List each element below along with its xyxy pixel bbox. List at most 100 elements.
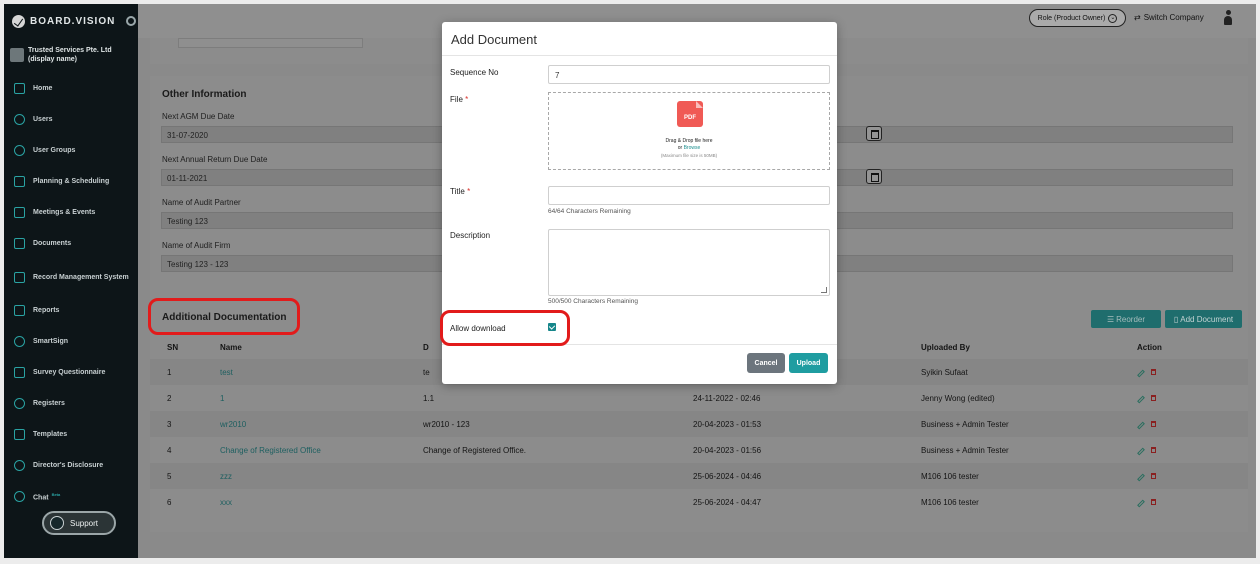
trash-icon[interactable] bbox=[1151, 420, 1156, 427]
user-avatar-icon[interactable] bbox=[1223, 10, 1233, 26]
signature-icon bbox=[14, 336, 25, 347]
sidebar-item-disclosure[interactable]: Director's Disclosure bbox=[4, 450, 138, 481]
edit-icon[interactable] bbox=[1137, 369, 1145, 377]
description-char-count: 500/500 Characters Remaining bbox=[548, 298, 638, 305]
sidebar-nav: Home Users User Groups Planning & Schedu… bbox=[4, 73, 138, 512]
add-document-button[interactable]: ▯ Add Document bbox=[1165, 310, 1242, 328]
highlight-additional-documentation bbox=[148, 298, 300, 335]
logo[interactable]: BOARD.VISION bbox=[4, 4, 138, 38]
report-icon bbox=[14, 305, 25, 316]
template-icon bbox=[14, 429, 25, 440]
edit-icon[interactable] bbox=[1137, 473, 1145, 481]
sidebar-item-records[interactable]: Record Management System bbox=[4, 259, 138, 295]
users-icon bbox=[14, 145, 25, 156]
user-icon bbox=[14, 114, 25, 125]
list-icon: ☰ bbox=[1106, 314, 1115, 324]
sidebar-item-smartsign[interactable]: SmartSign bbox=[4, 326, 138, 357]
description-textarea[interactable] bbox=[548, 229, 830, 296]
document-link[interactable]: test bbox=[220, 368, 233, 377]
annual-return-label: Next Annual Return Due Date bbox=[162, 155, 268, 164]
document-link[interactable]: Change of Registered Office bbox=[220, 446, 321, 455]
logo-text: BOARD.VISION bbox=[30, 15, 116, 27]
max-size-text: (Maximum file size is 50MB) bbox=[660, 153, 718, 158]
sidebar-item-meetings[interactable]: Meetings & Events bbox=[4, 197, 138, 228]
calendar-icon[interactable] bbox=[866, 169, 882, 184]
role-dropdown[interactable]: Role (Product Owner) ⌄ bbox=[1029, 9, 1126, 27]
edit-icon[interactable] bbox=[1137, 421, 1145, 429]
sidebar-item-registers[interactable]: Registers bbox=[4, 388, 138, 419]
title-input[interactable] bbox=[548, 186, 830, 205]
document-link[interactable]: zzz bbox=[220, 472, 232, 481]
sidebar-item-users[interactable]: Users bbox=[4, 104, 138, 135]
file-dropzone[interactable]: PDF Drag & Drop file here or Browse (Max… bbox=[548, 92, 830, 170]
table-row: 6 xxx 25-06-2024 - 04:47 M106 106 tester bbox=[150, 489, 1248, 515]
company-avatar bbox=[10, 48, 24, 62]
cancel-button[interactable]: Cancel bbox=[747, 353, 785, 373]
calendar-icon[interactable] bbox=[866, 126, 882, 141]
trash-icon[interactable] bbox=[1151, 472, 1156, 479]
sidebar-item-chat[interactable]: Chat Beta bbox=[4, 481, 138, 512]
trash-icon[interactable] bbox=[1151, 498, 1156, 505]
disclosure-icon bbox=[14, 460, 25, 471]
chevron-down-icon: ⌄ bbox=[1108, 13, 1118, 23]
modal-title: Add Document bbox=[442, 22, 837, 56]
app-window: BOARD.VISION Trusted Services Pte. Ltd (… bbox=[4, 4, 1256, 558]
trash-icon[interactable] bbox=[1151, 368, 1156, 375]
screenshot-frame: BOARD.VISION Trusted Services Pte. Ltd (… bbox=[0, 0, 1260, 564]
sidebar-toggle-icon[interactable] bbox=[126, 16, 137, 26]
bar-chart-icon bbox=[14, 176, 25, 187]
edit-icon[interactable] bbox=[1137, 447, 1145, 455]
upload-button[interactable]: Upload bbox=[789, 353, 828, 373]
agm-label: Next AGM Due Date bbox=[162, 112, 235, 121]
beta-badge: Beta bbox=[51, 491, 61, 497]
registered-icon bbox=[14, 398, 25, 409]
title-label: Title * bbox=[450, 187, 471, 196]
trash-icon[interactable] bbox=[1151, 394, 1156, 401]
file-label: File * bbox=[450, 95, 469, 104]
reorder-button[interactable]: ☰ Reorder bbox=[1091, 310, 1161, 328]
calendar-icon bbox=[14, 207, 25, 218]
document-link[interactable]: 1 bbox=[220, 394, 224, 403]
switch-company-button[interactable]: ⇄ Switch Company bbox=[1134, 13, 1204, 22]
partial-input bbox=[178, 38, 363, 48]
sidebar-item-home[interactable]: Home bbox=[4, 73, 138, 104]
table-row: 2 1 1.1 24-11-2022 - 02:46 Jenny Wong (e… bbox=[150, 385, 1248, 411]
pdf-icon: PDF bbox=[677, 101, 703, 127]
sidebar-item-user-groups[interactable]: User Groups bbox=[4, 135, 138, 166]
sidebar-item-reports[interactable]: Reports bbox=[4, 295, 138, 326]
switch-icon: ⇄ bbox=[1134, 13, 1141, 22]
company-name: Trusted Services Pte. Ltd (display name) bbox=[28, 47, 112, 63]
edit-icon[interactable] bbox=[1137, 499, 1145, 507]
documents-icon bbox=[14, 238, 25, 249]
title-char-count: 64/64 Characters Remaining bbox=[548, 208, 631, 215]
table-row: 3 wr2010 wr2010 - 123 20-04-2023 - 01:53… bbox=[150, 411, 1248, 437]
resize-handle-icon[interactable] bbox=[821, 287, 827, 293]
survey-icon bbox=[14, 367, 25, 378]
document-icon: ▯ bbox=[1173, 314, 1179, 324]
records-icon bbox=[14, 271, 25, 283]
drop-text: Drag & Drop file here bbox=[665, 138, 713, 144]
sequence-input[interactable]: 7 bbox=[548, 65, 830, 84]
description-label: Description bbox=[450, 231, 491, 240]
home-icon bbox=[14, 83, 25, 94]
sidebar-item-planning[interactable]: Planning & Scheduling bbox=[4, 166, 138, 197]
support-chat-icon bbox=[50, 516, 64, 530]
sidebar-item-templates[interactable]: Templates bbox=[4, 419, 138, 450]
edit-icon[interactable] bbox=[1137, 395, 1145, 403]
support-button[interactable]: Support bbox=[42, 511, 116, 535]
table-row: 5 zzz 25-06-2024 - 04:46 M106 106 tester bbox=[150, 463, 1248, 489]
audit-firm-label: Name of Audit Firm bbox=[162, 241, 231, 250]
highlight-allow-download bbox=[440, 310, 570, 346]
document-link[interactable]: wr2010 bbox=[220, 420, 246, 429]
other-information-title: Other Information bbox=[162, 89, 247, 100]
table-row: 4 Change of Registered Office Change of … bbox=[150, 437, 1248, 463]
audit-partner-label: Name of Audit Partner bbox=[162, 198, 241, 207]
trash-icon[interactable] bbox=[1151, 446, 1156, 453]
sidebar-item-documents[interactable]: Documents bbox=[4, 228, 138, 259]
sidebar-item-survey[interactable]: Survey Questionnaire bbox=[4, 357, 138, 388]
sequence-label: Sequence No bbox=[450, 68, 499, 77]
company-selector[interactable]: Trusted Services Pte. Ltd (display name) bbox=[4, 38, 138, 72]
browse-link[interactable]: Browse bbox=[684, 145, 701, 151]
logo-icon bbox=[12, 14, 25, 28]
document-link[interactable]: xxx bbox=[220, 498, 232, 507]
